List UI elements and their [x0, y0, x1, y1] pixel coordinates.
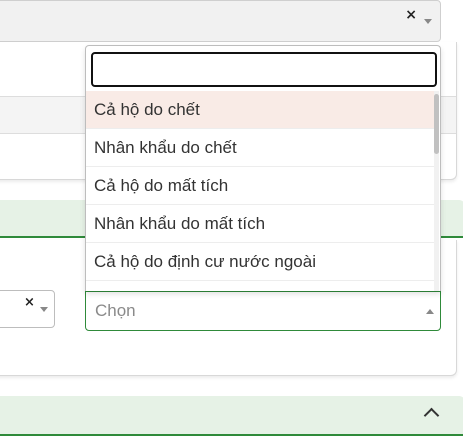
clear-selection-icon[interactable]: ×: [24, 295, 35, 310]
caret-down-icon[interactable]: [40, 307, 48, 312]
dropdown-option[interactable]: Cả hộ do định cư nước ngoài: [86, 243, 435, 281]
dropdown-search-input[interactable]: [91, 52, 437, 87]
caret-up-icon[interactable]: [426, 309, 434, 314]
dropdown-option[interactable]: Nhân khẩu do mất tích: [86, 205, 435, 243]
section-header-collapsible[interactable]: [0, 396, 463, 436]
top-select[interactable]: ×: [0, 0, 441, 42]
reason-select[interactable]: Chọn: [85, 291, 441, 331]
clear-selection-icon[interactable]: ×: [405, 7, 417, 23]
dropdown-options: Cả hộ do chết Nhân khẩu do chết Cả hộ do…: [86, 91, 435, 281]
left-select[interactable]: ×: [0, 290, 55, 328]
chevron-up-icon[interactable]: [423, 407, 440, 424]
select-placeholder: Chọn: [95, 301, 136, 320]
select-dropdown: Cả hộ do chết Nhân khẩu do chết Cả hộ do…: [85, 45, 441, 291]
dropdown-option[interactable]: Cả hộ do chết: [86, 91, 435, 129]
dropdown-option[interactable]: Cả hộ do mất tích: [86, 167, 435, 205]
dropdown-option[interactable]: Nhân khẩu do chết: [86, 129, 435, 167]
dropdown-scroll-thumb[interactable]: [434, 94, 439, 154]
caret-down-icon[interactable]: [424, 19, 432, 24]
